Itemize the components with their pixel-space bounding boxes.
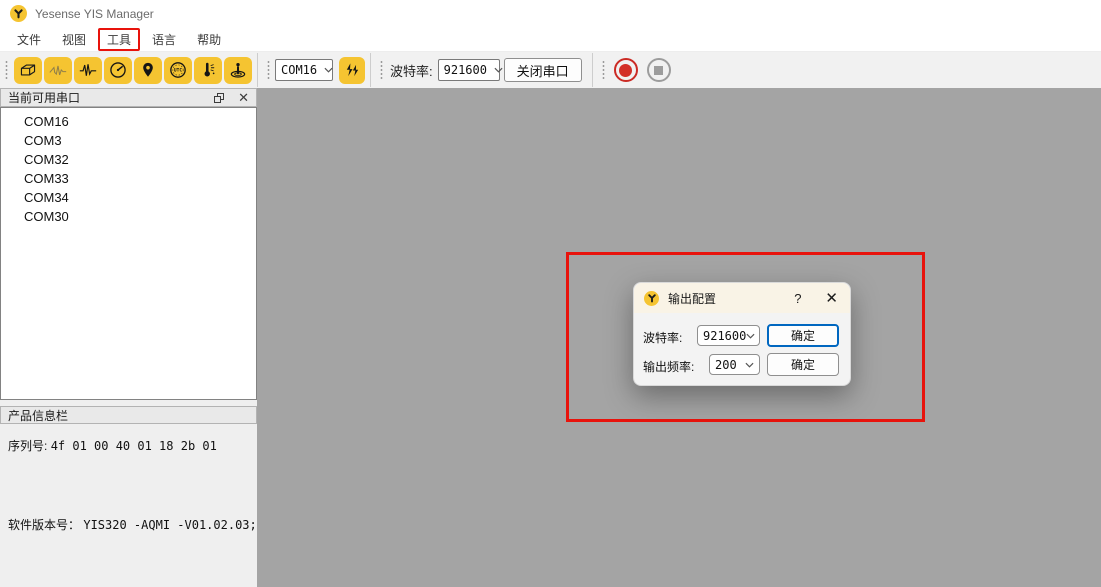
- port-list: COM16 COM3 COM32 COM33 COM34 COM30: [0, 107, 257, 400]
- menu-tools[interactable]: 工具: [98, 28, 140, 51]
- serial-number-line: 序列号: 4f 01 00 40 01 18 2b 01: [8, 437, 217, 454]
- dialog-title-bar: 输出配置 ? ✕: [634, 283, 850, 313]
- location-icon[interactable]: [134, 57, 162, 84]
- dialog-baud-value: 921600: [703, 329, 746, 343]
- stop-button[interactable]: [647, 58, 671, 82]
- port-list-item[interactable]: COM30: [1, 207, 256, 226]
- record-icon: [619, 64, 632, 77]
- ports-panel-header: 当前可用串口 ✕: [0, 88, 257, 107]
- toolbar-drag-handle[interactable]: [4, 59, 9, 81]
- baud-select[interactable]: 921600: [438, 59, 500, 81]
- port-list-item[interactable]: COM3: [1, 131, 256, 150]
- toolbar-drag-handle[interactable]: [266, 59, 271, 81]
- menu-help[interactable]: 帮助: [188, 28, 230, 51]
- port-select-value: COM16: [281, 63, 317, 77]
- dialog-help-button[interactable]: ?: [794, 291, 801, 306]
- close-port-button[interactable]: 关闭串口: [504, 58, 582, 82]
- port-select[interactable]: COM16: [275, 59, 333, 81]
- port-list-item[interactable]: COM16: [1, 112, 256, 131]
- toolbar-drag-handle[interactable]: [601, 59, 606, 81]
- dialog-freq-select[interactable]: 200: [709, 354, 760, 375]
- dialog-freq-label: 输出频率:: [643, 358, 694, 375]
- baud-select-value: 921600: [444, 63, 487, 77]
- toolbar-separator: [257, 53, 258, 87]
- float-panel-icon[interactable]: [214, 93, 224, 103]
- thermometer-icon[interactable]: [194, 57, 222, 84]
- chevron-down-icon: [746, 333, 755, 339]
- output-config-dialog: 输出配置 ? ✕ 波特率: 921600 确定 输出频率: 200 确定: [633, 282, 851, 386]
- cube-icon[interactable]: [14, 57, 42, 84]
- app-logo-icon: [10, 5, 27, 22]
- software-version-value: YIS320 -AQMI -V01.02.03;: [83, 518, 256, 532]
- dialog-title: 输出配置: [668, 290, 716, 307]
- serial-number-label: 序列号:: [8, 439, 47, 453]
- menu-file[interactable]: 文件: [8, 28, 50, 51]
- toolbar: UTC COM16 波特率: 921600 关闭: [0, 52, 1101, 88]
- ports-panel-title: 当前可用串口: [8, 89, 80, 106]
- toolbar-drag-handle[interactable]: [379, 59, 384, 81]
- dialog-logo-icon: [644, 291, 659, 306]
- toolbar-separator: [370, 53, 371, 87]
- record-button[interactable]: [614, 58, 638, 82]
- menu-bar: 文件 视图 工具 语言 帮助: [0, 27, 1101, 52]
- dialog-freq-ok-button[interactable]: 确定: [767, 353, 839, 376]
- stop-icon: [654, 66, 663, 75]
- utc-clock-icon[interactable]: UTC: [164, 57, 192, 84]
- svg-text:UTC: UTC: [174, 68, 182, 74]
- menu-view[interactable]: 视图: [53, 28, 95, 51]
- waveform-light-icon[interactable]: [44, 57, 72, 84]
- dialog-baud-ok-button[interactable]: 确定: [767, 324, 839, 347]
- dialog-freq-value: 200: [715, 358, 737, 372]
- waveform-icon[interactable]: [74, 57, 102, 84]
- dialog-close-icon[interactable]: ✕: [825, 289, 838, 307]
- window-title: Yesense YIS Manager: [35, 7, 154, 21]
- toolbar-separator: [592, 53, 593, 87]
- close-panel-icon[interactable]: ✕: [238, 93, 249, 103]
- gauge-icon[interactable]: [104, 57, 132, 84]
- refresh-ports-icon[interactable]: [339, 57, 365, 84]
- port-list-item[interactable]: COM34: [1, 188, 256, 207]
- software-version-label: 软件版本号：: [8, 518, 80, 532]
- dialog-baud-select[interactable]: 921600: [697, 325, 760, 346]
- serial-number-value: 4f 01 00 40 01 18 2b 01: [51, 439, 217, 453]
- port-list-item[interactable]: COM32: [1, 150, 256, 169]
- product-info-title: 产品信息栏: [8, 407, 68, 424]
- chevron-down-icon: [324, 67, 333, 73]
- chevron-down-icon: [494, 67, 503, 73]
- product-info-header: 产品信息栏: [0, 406, 257, 424]
- attitude-icon[interactable]: [224, 57, 252, 84]
- software-version-line: 软件版本号： YIS320 -AQMI -V01.02.03;: [8, 516, 257, 533]
- title-bar: Yesense YIS Manager: [0, 0, 1101, 27]
- port-list-item[interactable]: COM33: [1, 169, 256, 188]
- product-info-panel: 序列号: 4f 01 00 40 01 18 2b 01 软件版本号： YIS3…: [0, 424, 257, 587]
- chevron-down-icon: [745, 362, 754, 368]
- menu-language[interactable]: 语言: [143, 28, 185, 51]
- baud-rate-label: 波特率:: [390, 61, 433, 80]
- dialog-baud-label: 波特率:: [643, 329, 682, 346]
